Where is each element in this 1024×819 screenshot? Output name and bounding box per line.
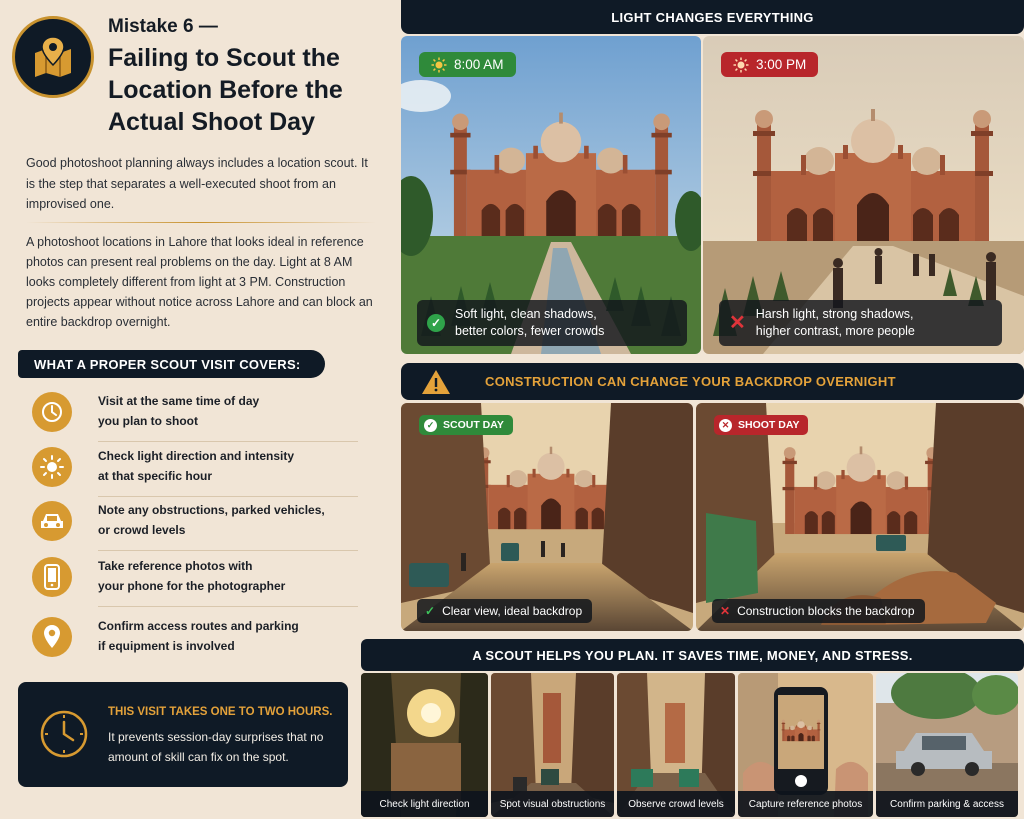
check-icon: ✓ xyxy=(425,604,436,618)
afternoon-caption-line1: Harsh light, strong shadows, xyxy=(755,307,914,321)
plan-thumb: Confirm parking & access xyxy=(876,673,1018,817)
cover-item: Check light direction and intensity at th… xyxy=(32,443,362,497)
plan-thumb-label: Check light direction xyxy=(361,791,488,817)
plan-heading-text: A SCOUT HELPS YOU PLAN. IT SAVES TIME, M… xyxy=(472,647,913,663)
afternoon-time: 3:00 PM xyxy=(756,57,807,72)
cover-item: Take reference photos with your phone for… xyxy=(32,553,362,607)
morning-time-badge: 8:00 AM xyxy=(419,52,516,77)
divider xyxy=(26,222,376,223)
time-note-card: THIS VISIT TAKES ONE TO TWO HOURS. It pr… xyxy=(18,682,348,787)
shoot-day-badge: ✕ SHOOT DAY xyxy=(714,415,809,435)
construction-heading-text: CONSTRUCTION CAN CHANGE YOUR BACKDROP OV… xyxy=(485,374,896,389)
plan-thumb-label: Observe crowd levels xyxy=(617,791,735,817)
cover-item: Confirm access routes and parking if equi… xyxy=(32,613,362,667)
cross-icon: ✕ xyxy=(729,311,746,334)
cross-icon: ✕ xyxy=(719,418,732,432)
morning-caption: ✓ Soft light, clean shadows, better color… xyxy=(417,300,687,346)
check-icon: ✓ xyxy=(424,418,437,432)
cover-item: Note any obstructions, parked vehicles, o… xyxy=(32,497,362,551)
plan-thumb: Spot visual obstructions xyxy=(491,673,614,817)
morning-photo-panel: 8:00 AM ✓ Soft light, clean shadows, bett… xyxy=(401,36,701,354)
cover-item-line2: you plan to shoot xyxy=(98,413,198,428)
note-text: It prevents session-day surprises that n… xyxy=(108,730,324,764)
sun-icon xyxy=(32,447,72,487)
cover-item-line1: Take reference photos with xyxy=(98,559,253,573)
note-title: THIS VISIT TAKES ONE TO TWO HOURS. xyxy=(108,706,333,718)
covers-heading: WHAT A PROPER SCOUT VISIT COVERS: xyxy=(18,350,325,378)
scout-day-caption: ✓ Clear view, ideal backdrop xyxy=(417,599,593,623)
phone-icon xyxy=(32,557,72,597)
scout-day-street-photo xyxy=(401,403,693,631)
morning-caption-line1: Soft light, clean shadows, xyxy=(455,307,597,321)
cross-icon: ✕ xyxy=(720,604,731,618)
cover-item-line1: Visit at the same time of day xyxy=(98,394,260,408)
shoot-day-caption: ✕ Construction blocks the backdrop xyxy=(712,599,925,623)
shoot-day-caption-text: Construction blocks the backdrop xyxy=(737,604,915,618)
construction-heading: CONSTRUCTION CAN CHANGE YOUR BACKDROP OV… xyxy=(401,363,1024,400)
scout-day-caption-text: Clear view, ideal backdrop xyxy=(442,604,583,618)
shoot-day-street-photo xyxy=(696,403,1024,631)
clock-icon xyxy=(32,392,72,432)
cover-item-line2: at that specific hour xyxy=(98,468,213,483)
plan-thumb-label: Capture reference photos xyxy=(738,791,873,817)
light-heading: LIGHT CHANGES EVERYTHING xyxy=(401,0,1024,34)
scout-day-badge: ✓ SCOUT DAY xyxy=(419,415,513,435)
plan-thumb-label: Spot visual obstructions xyxy=(491,791,614,817)
afternoon-caption: ✕ Harsh light, strong shadows, higher con… xyxy=(719,300,1002,346)
light-heading-text: LIGHT CHANGES EVERYTHING xyxy=(611,9,814,25)
sun-icon xyxy=(733,57,749,72)
plan-thumb-label: Confirm parking & access xyxy=(876,791,1018,817)
plan-thumb: Check light direction xyxy=(361,673,488,817)
plan-thumb: Observe crowd levels xyxy=(617,673,735,817)
scout-day-panel: ✓ SCOUT DAY ✓ Clear view, ideal backdrop xyxy=(401,403,693,631)
sun-icon xyxy=(431,57,447,72)
morning-time: 8:00 AM xyxy=(454,57,504,72)
cover-item-line1: Note any obstructions, parked vehicles, xyxy=(98,503,325,517)
cover-item-line2: or crowd levels xyxy=(98,522,186,537)
plan-thumb: Capture reference photos xyxy=(738,673,873,817)
mistake-kicker: Mistake 6 — xyxy=(108,16,218,37)
page-title: Failing to Scout the Location Before the… xyxy=(108,44,343,136)
cover-item-line1: Check light direction and intensity xyxy=(98,449,295,463)
cover-item-line2: if equipment is involved xyxy=(98,638,235,653)
shoot-day-label: SHOOT DAY xyxy=(738,419,800,431)
cover-item-line2: your phone for the photographer xyxy=(98,578,286,593)
car-icon xyxy=(32,501,72,541)
afternoon-caption-line2: higher contrast, more people xyxy=(755,324,915,338)
cover-item-line1: Confirm access routes and parking xyxy=(98,619,299,633)
cover-item: Visit at the same time of day you plan to… xyxy=(32,388,362,442)
clock-icon xyxy=(38,708,90,760)
morning-caption-line2: better colors, fewer crowds xyxy=(455,324,605,338)
afternoon-time-badge: 3:00 PM xyxy=(721,52,819,77)
afternoon-photo-panel: 3:00 PM ✕ Harsh light, strong shadows, hi… xyxy=(703,36,1024,354)
warning-icon xyxy=(422,369,450,394)
body-paragraph: A photoshoot locations in Lahore that lo… xyxy=(26,235,373,329)
map-pin-icon xyxy=(12,16,94,98)
shoot-day-panel: ✕ SHOOT DAY ✕ Construction blocks the ba… xyxy=(696,403,1024,631)
check-icon: ✓ xyxy=(427,314,445,332)
location-pin-icon xyxy=(32,617,72,657)
scout-day-label: SCOUT DAY xyxy=(443,419,504,431)
plan-heading: A SCOUT HELPS YOU PLAN. IT SAVES TIME, M… xyxy=(361,639,1024,671)
intro-paragraph: Good photoshoot planning always includes… xyxy=(26,156,368,211)
